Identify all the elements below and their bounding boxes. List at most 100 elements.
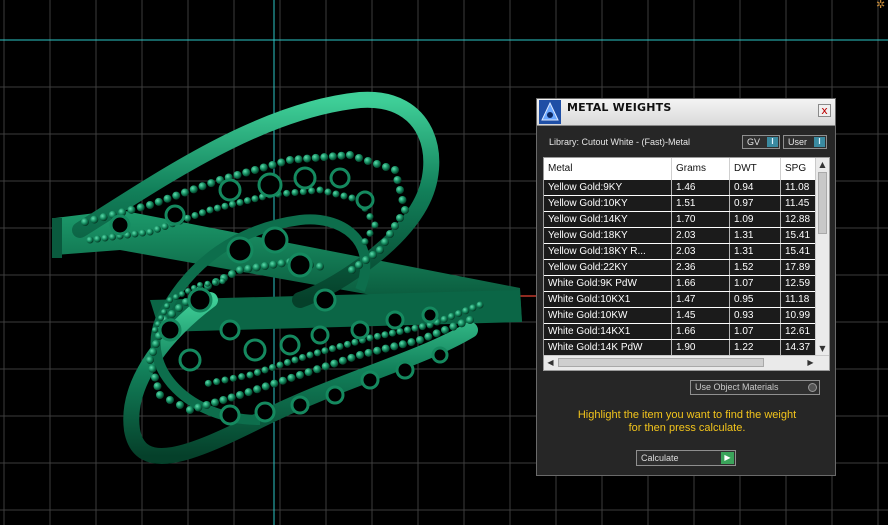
table-row[interactable]: Yellow Gold:18KY R... 2.03 1.31 15.41 (544, 244, 829, 260)
ring-cutout (360, 370, 380, 390)
table-row[interactable]: Yellow Gold:18KY 2.03 1.31 15.41 (544, 228, 829, 244)
panel-title-bar[interactable]: METAL WEIGHTS x (537, 99, 835, 126)
ring-bead (148, 364, 157, 373)
column-header-grams[interactable]: Grams (672, 158, 730, 180)
metal-weights-panel: METAL WEIGHTS x Library: Cutout White - … (536, 98, 836, 476)
ring-bead (321, 347, 329, 355)
ring-cutout (355, 190, 375, 210)
ring-bead (355, 154, 363, 162)
ring-bead (441, 326, 449, 334)
ring-bead (328, 152, 337, 161)
table-cell-dwt: 0.97 (730, 196, 781, 211)
gv-toggle-icon[interactable]: I (767, 137, 778, 147)
table-cell-metal: White Gold:14KX1 (544, 324, 672, 339)
ring-bead (136, 203, 145, 212)
ring-bead (269, 364, 276, 371)
vertical-scrollbar[interactable]: ▲ ▼ (815, 158, 829, 355)
table-cell-metal: White Gold:14K PdW (544, 340, 672, 355)
ring-cutout (325, 385, 345, 405)
ring-bead (329, 345, 336, 353)
horizontal-scrollbar[interactable]: ◀ ▶ (544, 355, 829, 370)
scroll-left-icon[interactable]: ◀ (544, 356, 557, 370)
ring-bead (276, 361, 284, 369)
ring-bead (424, 332, 433, 341)
calculate-button[interactable]: Calculate ▶ (636, 450, 736, 466)
ring-bead (362, 256, 370, 264)
radio-icon[interactable] (808, 383, 817, 392)
metal-table[interactable]: Metal Grams DWT SPG Yellow Gold:9KY 1.46 0… (543, 157, 830, 371)
ring-bead (278, 376, 287, 385)
ring-bead (344, 340, 351, 348)
instruction-text: Highlight the item you want to find the … (547, 409, 827, 435)
ring-bead (251, 166, 259, 174)
table-row[interactable]: White Gold:14K PdW 1.90 1.22 14.37 (544, 340, 829, 356)
user-toggle-icon[interactable]: I (814, 137, 825, 147)
table-cell-metal: Yellow Gold:10KY (544, 196, 672, 211)
table-cell-metal: Yellow Gold:9KY (544, 180, 672, 195)
ring-bead (314, 349, 321, 357)
ring-bead (221, 376, 229, 384)
table-row[interactable]: Yellow Gold:22KY 2.36 1.52 17.89 (544, 260, 829, 276)
instruction-line: Highlight the item you want to find the … (577, 409, 797, 421)
table-row[interactable]: Yellow Gold:14KY 1.70 1.09 12.88 (544, 212, 829, 228)
scroll-right-icon[interactable]: ▶ (804, 356, 817, 370)
table-cell-grams: 1.66 (672, 324, 730, 339)
ring-bead (432, 329, 441, 338)
ring-bead (376, 246, 384, 254)
table-row[interactable]: White Gold:10KW 1.45 0.93 10.99 (544, 308, 829, 324)
user-toggle[interactable]: User I (783, 135, 827, 149)
ring-bead (149, 348, 157, 356)
ring-bead (374, 332, 381, 340)
ring-bead (381, 344, 390, 353)
table-row[interactable]: White Gold:14KX1 1.66 1.07 12.61 (544, 324, 829, 340)
close-button[interactable]: x (818, 104, 831, 117)
ring-bead (355, 261, 363, 269)
ring-cutout (218, 178, 242, 202)
play-icon: ▶ (721, 452, 734, 464)
ring-bead (283, 189, 291, 197)
ring-cutout (293, 166, 317, 190)
ring-bead (287, 373, 296, 382)
ring-bead (303, 154, 312, 163)
scroll-up-icon[interactable]: ▲ (816, 158, 829, 171)
ring-bead (299, 354, 306, 361)
ring-bead (197, 282, 203, 288)
column-header-metal[interactable]: Metal (544, 158, 672, 180)
gv-toggle[interactable]: GV I (742, 135, 780, 149)
table-row[interactable]: White Gold:10KX1 1.47 0.95 11.18 (544, 292, 829, 308)
ring-bead (86, 236, 94, 244)
ring-bead (313, 365, 322, 374)
ring-bead (204, 379, 212, 387)
ring-bead (449, 322, 458, 331)
table-row[interactable]: Yellow Gold:10KY 1.51 0.97 11.45 (544, 196, 829, 212)
ring-bead (179, 291, 185, 297)
table-cell-grams: 2.03 (672, 228, 730, 243)
ring-bead (198, 182, 207, 191)
ring-bead (337, 151, 346, 160)
ring-bead (396, 186, 404, 194)
table-row[interactable]: Yellow Gold:9KY 1.46 0.94 11.08 (544, 180, 829, 196)
ring-bead (462, 307, 470, 315)
column-header-dwt[interactable]: DWT (730, 158, 781, 180)
ring-bead (373, 346, 382, 355)
ring-bead (127, 205, 136, 214)
ring-bead (476, 301, 484, 309)
ring-bead (173, 294, 179, 300)
vertical-scroll-thumb[interactable] (818, 172, 827, 234)
ring-bead (407, 338, 416, 347)
ring-bead (214, 204, 221, 212)
ring-bead (296, 371, 304, 379)
ring-bead (340, 192, 348, 200)
ring-bead (332, 190, 340, 198)
table-cell-dwt: 1.31 (730, 244, 781, 259)
ring-bead (244, 264, 253, 273)
table-row[interactable]: White Gold:9K PdW 1.66 1.07 12.59 (544, 276, 829, 292)
ring-bead (146, 356, 154, 364)
settings-icon[interactable]: ✲ (876, 0, 886, 10)
ring-bead (229, 200, 236, 208)
ring-bead (447, 312, 455, 320)
horizontal-scroll-thumb[interactable] (558, 358, 764, 367)
table-cell-metal: White Gold:9K PdW (544, 276, 672, 291)
scroll-down-icon[interactable]: ▼ (816, 342, 829, 355)
use-object-materials-option[interactable]: Use Object Materials (690, 380, 820, 395)
